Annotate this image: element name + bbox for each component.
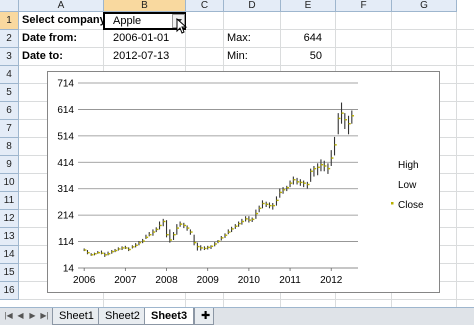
cell-a2[interactable]: Date from: bbox=[19, 30, 104, 48]
next-sheet-nav-icon[interactable]: ▶ bbox=[28, 311, 37, 321]
tab-sheet1[interactable]: Sheet1 bbox=[52, 308, 101, 325]
legend-close-marker bbox=[391, 202, 394, 205]
column-header-a[interactable]: A bbox=[19, 0, 104, 12]
row-header-15[interactable]: 15 bbox=[0, 264, 19, 282]
x-tick-label: 2006 bbox=[73, 275, 96, 286]
row-header-2[interactable]: 2 bbox=[0, 30, 19, 48]
row-header-1[interactable]: 1 bbox=[0, 12, 19, 30]
stock-chart[interactable]: 14 114 214 314 414 514 614 714 2006 2007 2008 2009… bbox=[47, 71, 440, 293]
insert-sheet-icon[interactable]: ✚ bbox=[194, 308, 214, 325]
cell-d3[interactable]: Min: bbox=[224, 48, 281, 66]
y-tick-label: 214 bbox=[57, 211, 74, 222]
row-header-12[interactable]: 12 bbox=[0, 210, 19, 228]
y-tick-label: 714 bbox=[57, 79, 74, 90]
y-tick-label: 114 bbox=[58, 237, 74, 248]
cell-e3-min[interactable]: 50 bbox=[281, 48, 336, 66]
row-header-3[interactable]: 3 bbox=[0, 48, 19, 66]
y-tick-label: 414 bbox=[57, 158, 74, 169]
row-header-16[interactable]: 16 bbox=[0, 282, 19, 300]
first-sheet-nav-icon[interactable]: |◀ bbox=[4, 311, 13, 321]
x-tick-label: 2011 bbox=[279, 275, 301, 286]
legend-close: Close bbox=[398, 200, 424, 211]
column-header-e[interactable]: E bbox=[281, 0, 336, 12]
y-tick-label: 514 bbox=[57, 131, 74, 142]
last-sheet-nav-icon[interactable]: ▶| bbox=[40, 311, 49, 321]
column-header-f[interactable]: F bbox=[336, 0, 392, 12]
row-header-11[interactable]: 11 bbox=[0, 192, 19, 210]
cell-b3-date-to[interactable]: 2012-07-13 bbox=[104, 48, 186, 66]
select-all-corner[interactable] bbox=[0, 0, 19, 12]
row-header-6[interactable]: 6 bbox=[0, 102, 19, 120]
cell-e2-max[interactable]: 644 bbox=[281, 30, 336, 48]
row-header-8[interactable]: 8 bbox=[0, 138, 19, 156]
column-header-c[interactable]: C bbox=[186, 0, 224, 12]
column-header-g[interactable]: G bbox=[392, 0, 457, 12]
legend-high: High bbox=[398, 160, 419, 171]
cell-d2[interactable]: Max: bbox=[224, 30, 281, 48]
y-tick-label: 314 bbox=[57, 184, 74, 195]
x-tick-label: 2009 bbox=[197, 275, 220, 286]
x-tick-label: 2008 bbox=[155, 275, 178, 286]
tab-sheet3[interactable]: Sheet3 bbox=[144, 308, 195, 325]
x-tick-label: 2010 bbox=[238, 275, 261, 286]
legend-low: Low bbox=[398, 180, 417, 191]
column-header-b[interactable]: B bbox=[104, 0, 186, 12]
cell-a3[interactable]: Date to: bbox=[19, 48, 104, 66]
stock-chart-svg: 14 114 214 314 414 514 614 714 2006 2007 2008 2009… bbox=[57, 79, 424, 287]
y-tick-label: 614 bbox=[57, 105, 74, 116]
row-header-10[interactable]: 10 bbox=[0, 174, 19, 192]
row-header-13[interactable]: 13 bbox=[0, 228, 19, 246]
sheet-tab-bar: |◀ ◀ ▶ ▶| Sheet1 Sheet2 Sheet3 ✚ bbox=[0, 307, 474, 325]
row-header-4[interactable]: 4 bbox=[0, 66, 19, 84]
row-header-7[interactable]: 7 bbox=[0, 120, 19, 138]
cell-b2-date-from[interactable]: 2006-01-01 bbox=[104, 30, 186, 48]
row-header-14[interactable]: 14 bbox=[0, 246, 19, 264]
x-tick-label: 2007 bbox=[114, 275, 137, 286]
row-header-5[interactable]: 5 bbox=[0, 84, 19, 102]
cell-a1[interactable]: Select company: bbox=[19, 12, 104, 30]
row-header-9[interactable]: 9 bbox=[0, 156, 19, 174]
x-tick-label: 2012 bbox=[320, 275, 343, 286]
column-header-d[interactable]: D bbox=[224, 0, 281, 12]
y-tick-label: 14 bbox=[63, 264, 75, 275]
tab-sheet2[interactable]: Sheet2 bbox=[98, 308, 147, 325]
prev-sheet-nav-icon[interactable]: ◀ bbox=[16, 311, 25, 321]
